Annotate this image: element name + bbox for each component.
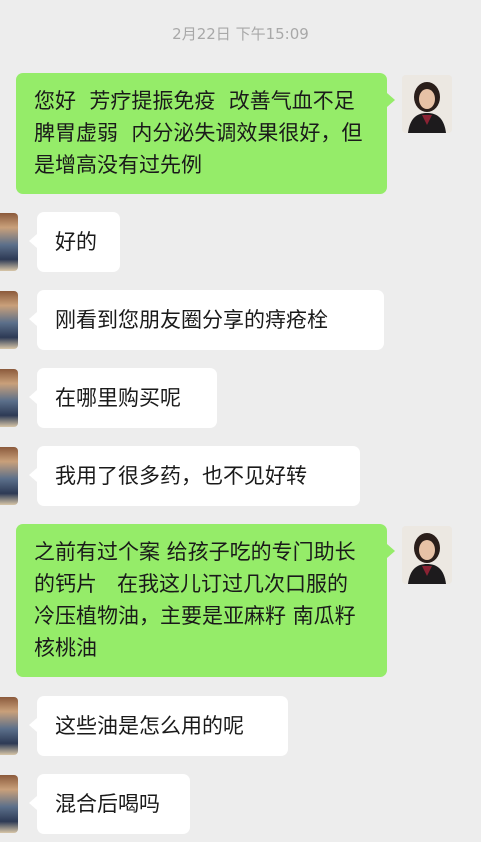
bubble-tail	[387, 544, 395, 558]
message-bubble[interactable]: 之前有过个案 给孩子吃的专门助长的钙片 在我这儿订过几次口服的冷压植物油，主要是…	[16, 524, 387, 677]
message-bubble[interactable]: 混合后喝吗	[37, 774, 190, 834]
message-bubble[interactable]: 您好 芳疗提振免疫 改善气血不足 脾胃虚弱 内分泌失调效果很好，但是增高没有过先…	[16, 73, 387, 194]
bubble-tail	[29, 234, 37, 248]
my-avatar[interactable]	[402, 75, 452, 133]
avatar-woman-portrait-icon	[402, 75, 452, 133]
contact-avatar[interactable]	[0, 447, 18, 505]
contact-avatar[interactable]	[0, 291, 18, 349]
bubble-tail	[387, 93, 395, 107]
bubble-tail	[29, 312, 37, 326]
message-timestamp: 2月22日 下午15:09	[172, 25, 309, 43]
message-bubble[interactable]: 刚看到您朋友圈分享的痔疮栓	[37, 290, 384, 350]
bubble-tail	[29, 468, 37, 482]
avatar-woman-portrait-icon	[402, 526, 452, 584]
bubble-tail	[29, 718, 37, 732]
message-bubble[interactable]: 好的	[37, 212, 120, 272]
contact-avatar[interactable]	[0, 697, 18, 755]
message-bubble[interactable]: 我用了很多药，也不见好转	[37, 446, 360, 506]
bubble-tail	[29, 390, 37, 404]
bubble-tail	[29, 796, 37, 810]
my-avatar[interactable]	[402, 526, 452, 584]
message-bubble[interactable]: 这些油是怎么用的呢	[37, 696, 288, 756]
contact-avatar[interactable]	[0, 213, 18, 271]
contact-avatar[interactable]	[0, 369, 18, 427]
message-bubble[interactable]: 在哪里购买呢	[37, 368, 217, 428]
contact-avatar[interactable]	[0, 775, 18, 833]
